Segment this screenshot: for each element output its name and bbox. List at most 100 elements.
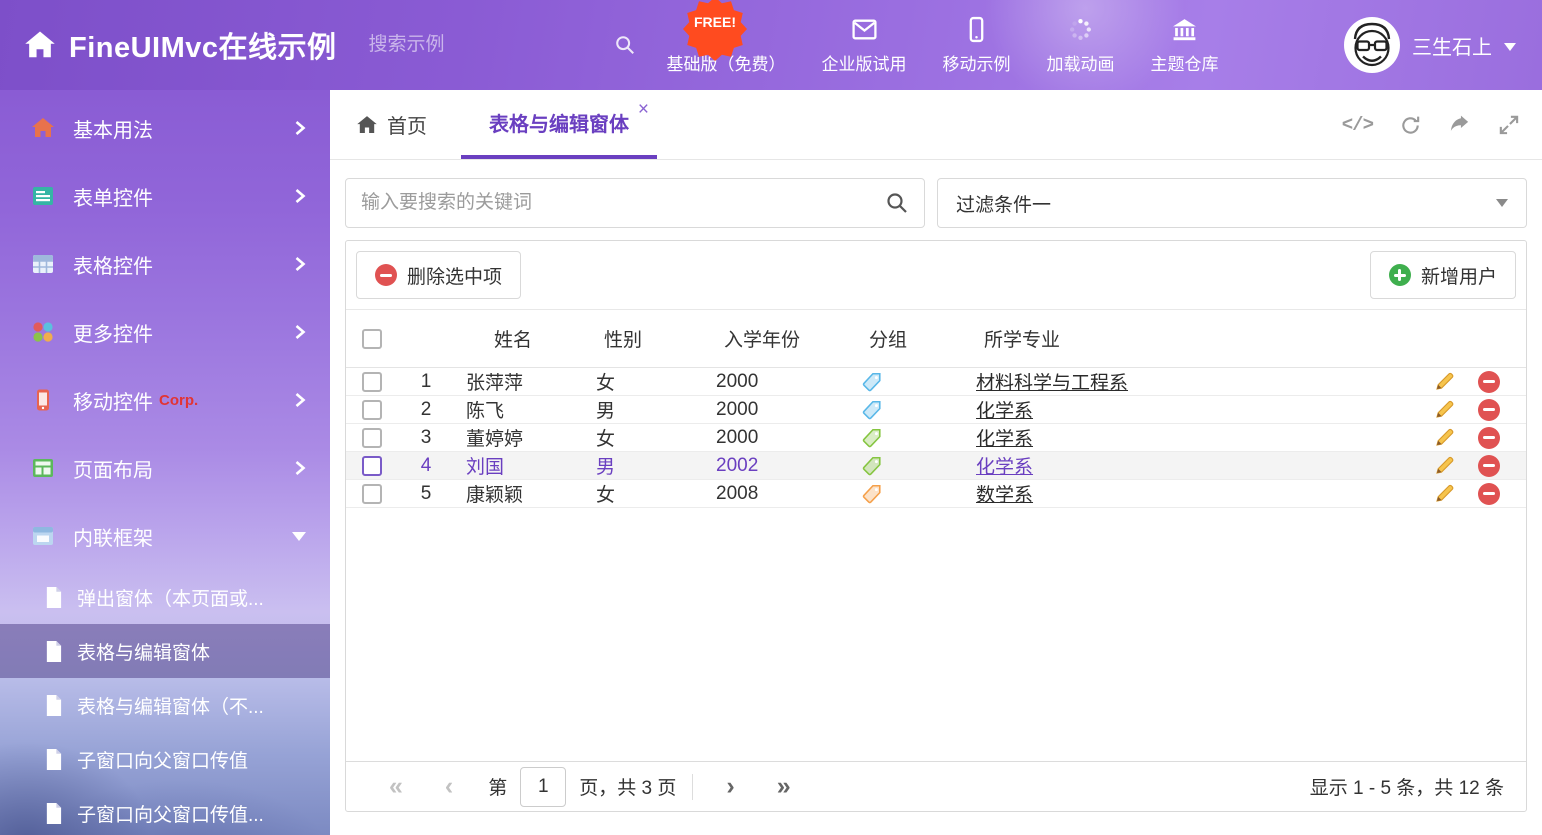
edit-icon[interactable] — [1433, 482, 1456, 505]
row-checkbox[interactable] — [362, 428, 382, 448]
next-page-icon[interactable]: › — [705, 774, 755, 799]
grid-panel: 删除选中项 新增用户 姓名 性别 入学年份 分组 所学专业 — [345, 240, 1527, 812]
header-nav: 基础版（免费） 企业版试用 移动示例 — [667, 16, 1219, 75]
row-checkbox[interactable] — [362, 400, 382, 420]
major-link[interactable]: 数学系 — [976, 485, 1033, 506]
nav-enterprise-trial[interactable]: 企业版试用 — [822, 16, 907, 75]
filter-dropdown[interactable]: 过滤条件一 — [937, 178, 1527, 228]
form-icon — [30, 183, 56, 209]
edit-icon[interactable] — [1433, 398, 1456, 421]
row-checkbox[interactable] — [362, 456, 382, 476]
close-icon[interactable]: × — [638, 99, 649, 121]
major-link[interactable]: 化学系 — [976, 457, 1033, 478]
nav-mobile-demos[interactable]: 移动示例 — [943, 16, 1011, 75]
pagination-bar: « ‹ 第 页，共 3 页 › » 显示 1 - 5 条，共 12 条 — [346, 761, 1526, 811]
delete-selected-button[interactable]: 删除选中项 — [356, 251, 521, 299]
search-icon[interactable] — [885, 191, 909, 215]
tag-icon — [861, 455, 883, 477]
delete-icon[interactable] — [1478, 455, 1500, 477]
nav-theme-repo[interactable]: 主题仓库 — [1151, 16, 1219, 75]
app-title: FineUIMvc在线示例 — [69, 24, 337, 66]
chevron-right-icon — [294, 391, 306, 409]
refresh-icon[interactable] — [1399, 113, 1422, 136]
table-row[interactable]: 3 董婷婷 女 2000 化学系 — [346, 424, 1526, 452]
user-name: 三生石上 — [1412, 31, 1492, 60]
table-empty-area — [346, 508, 1526, 761]
nav-label: 加载动画 — [1047, 50, 1115, 75]
sidebar: 基本用法 表单控件 — [0, 90, 330, 835]
keyword-search-input[interactable] — [361, 192, 885, 214]
file-icon — [44, 694, 63, 717]
sidebar-subitem-grid-edit-window-2[interactable]: 表格与编辑窗体（不... — [0, 678, 330, 732]
tab-home[interactable]: 首页 — [346, 90, 437, 159]
add-user-button[interactable]: 新增用户 — [1370, 251, 1516, 299]
delete-icon[interactable] — [1478, 371, 1500, 393]
sidebar-item-page-layout[interactable]: 页面布局 — [0, 434, 330, 502]
row-checkbox[interactable] — [362, 484, 382, 504]
major-link[interactable]: 化学系 — [976, 429, 1033, 450]
select-all-checkbox[interactable] — [362, 329, 382, 349]
sidebar-subitem-popup-window[interactable]: 弹出窗体（本页面或... — [0, 570, 330, 624]
table-row[interactable]: 5 康颖颖 女 2008 数学系 — [346, 480, 1526, 508]
sidebar-item-mobile-controls[interactable]: 移动控件 Corp. — [0, 366, 330, 434]
grid-toolbar: 删除选中项 新增用户 — [346, 241, 1526, 310]
chevron-down-icon — [292, 532, 306, 541]
row-checkbox[interactable] — [362, 372, 382, 392]
user-menu[interactable]: 三生石上 — [1344, 17, 1542, 73]
fullscreen-icon[interactable] — [1497, 113, 1520, 136]
row-index: 2 — [398, 399, 454, 421]
page-prefix: 第 — [488, 773, 507, 800]
sidebar-item-label: 表格控件 — [73, 250, 153, 279]
row-index: 5 — [398, 483, 454, 505]
table-row[interactable]: 4 刘国 男 2002 化学系 — [346, 452, 1526, 480]
search-icon[interactable] — [614, 34, 636, 56]
row-index: 4 — [398, 455, 454, 477]
major-link[interactable]: 化学系 — [976, 401, 1033, 422]
header-search-input[interactable] — [369, 34, 614, 56]
chevron-right-icon — [294, 187, 306, 205]
page-number-input[interactable] — [520, 767, 566, 807]
edit-icon[interactable] — [1433, 426, 1456, 449]
tag-icon — [861, 371, 883, 393]
table-row[interactable]: 1 张萍萍 女 2000 材料科学与工程系 — [346, 368, 1526, 396]
table-row[interactable]: 2 陈飞 男 2000 化学系 — [346, 396, 1526, 424]
sidebar-item-form-controls[interactable]: 表单控件 — [0, 162, 330, 230]
row-gender: 女 — [584, 368, 704, 395]
row-year: 2000 — [704, 371, 849, 393]
share-icon[interactable] — [1448, 113, 1471, 136]
nav-loading-animations[interactable]: 加载动画 — [1047, 16, 1115, 75]
delete-icon[interactable] — [1478, 399, 1500, 421]
tab-label: 首页 — [387, 110, 427, 139]
sidebar-item-grid-controls[interactable]: 表格控件 — [0, 230, 330, 298]
major-link[interactable]: 材料科学与工程系 — [976, 373, 1128, 394]
blocks-icon — [30, 319, 56, 345]
row-name: 张萍萍 — [454, 368, 584, 395]
sidebar-item-basic-usage[interactable]: 基本用法 — [0, 94, 330, 162]
tag-icon — [861, 483, 883, 505]
source-code-icon[interactable]: </> — [1342, 114, 1373, 136]
last-page-icon[interactable]: » — [756, 774, 812, 799]
row-gender: 男 — [584, 452, 704, 479]
prev-page-icon[interactable]: ‹ — [424, 774, 474, 799]
chevron-right-icon — [294, 459, 306, 477]
sidebar-subitem-grid-edit-window[interactable]: 表格与编辑窗体 — [0, 624, 330, 678]
delete-icon[interactable] — [1478, 483, 1500, 505]
sidebar-item-iframe[interactable]: 内联框架 — [0, 502, 330, 570]
minus-circle-icon — [375, 264, 397, 286]
row-year: 2002 — [704, 455, 849, 477]
table-header: 姓名 性别 入学年份 分组 所学专业 — [346, 310, 1526, 368]
edit-icon[interactable] — [1433, 370, 1456, 393]
sidebar-subitem-child-to-parent[interactable]: 子窗口向父窗口传值 — [0, 732, 330, 786]
column-gender: 性别 — [584, 325, 704, 352]
sidebar-item-more-controls[interactable]: 更多控件 — [0, 298, 330, 366]
header-search — [369, 34, 579, 56]
tab-grid-edit-window[interactable]: 表格与编辑窗体 × — [461, 90, 657, 159]
layout-icon — [30, 455, 56, 481]
home-icon — [356, 114, 378, 136]
sidebar-subitem-child-to-parent-2[interactable]: 子窗口向父窗口传值... — [0, 786, 330, 835]
row-gender: 女 — [584, 424, 704, 451]
edit-icon[interactable] — [1433, 454, 1456, 477]
first-page-icon[interactable]: « — [368, 774, 424, 799]
delete-icon[interactable] — [1478, 427, 1500, 449]
brand[interactable]: FineUIMvc在线示例 — [0, 24, 337, 66]
